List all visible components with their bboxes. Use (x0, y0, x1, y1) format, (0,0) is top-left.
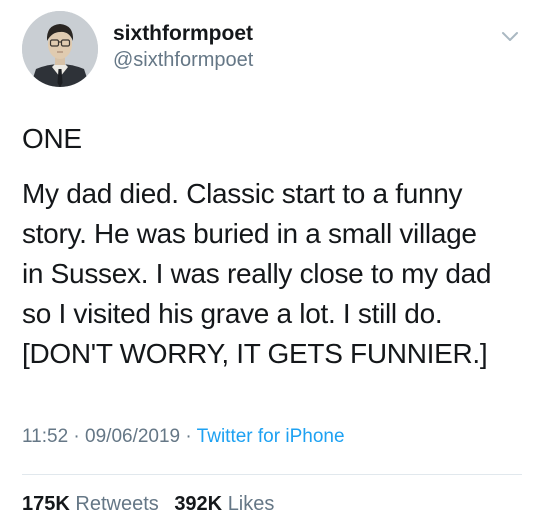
portrait-avatar-icon (22, 11, 98, 87)
retweets-stat[interactable]: 175K Retweets (22, 493, 164, 515)
chevron-down-icon[interactable] (498, 26, 522, 46)
tweet-line: [DON'T WORRY, IT GETS FUNNIER.] (22, 338, 488, 369)
avatar[interactable] (22, 11, 98, 87)
tweet-line: My dad died. Classic start to a funny (22, 178, 463, 209)
tweet-heading: ONE (22, 123, 82, 154)
tweet-stats: 175K Retweets 392K Likes (22, 493, 274, 516)
likes-count: 392K (174, 493, 223, 515)
meta-separator: · (185, 426, 192, 447)
tweet-body: My dad died. Classic start to a funny st… (22, 174, 527, 374)
tweet-line: so I visited his grave a lot. I still do… (22, 298, 443, 329)
likes-label: Likes (227, 493, 275, 515)
retweets-label: Retweets (75, 493, 159, 515)
tweet-line: story. He was buried in a small village (22, 218, 477, 249)
tweet-source-link[interactable]: Twitter for iPhone (197, 426, 345, 447)
divider (22, 474, 522, 475)
retweets-count: 175K (22, 493, 70, 515)
meta-separator: · (73, 426, 80, 447)
likes-stat[interactable]: 392K Likes (174, 493, 274, 515)
author-display-name[interactable]: sixthformpoet (113, 22, 253, 46)
tweet-meta: 11:52 · 09/06/2019 · Twitter for iPhone (22, 426, 345, 448)
author-handle[interactable]: @sixthformpoet (113, 49, 253, 72)
tweet-card: sixthformpoet @sixthformpoet ONE My dad … (0, 0, 540, 531)
tweet-time[interactable]: 11:52 (22, 426, 68, 447)
tweet-line: in Sussex. I was really close to my dad (22, 258, 492, 289)
tweet-date[interactable]: 09/06/2019 (85, 426, 180, 447)
